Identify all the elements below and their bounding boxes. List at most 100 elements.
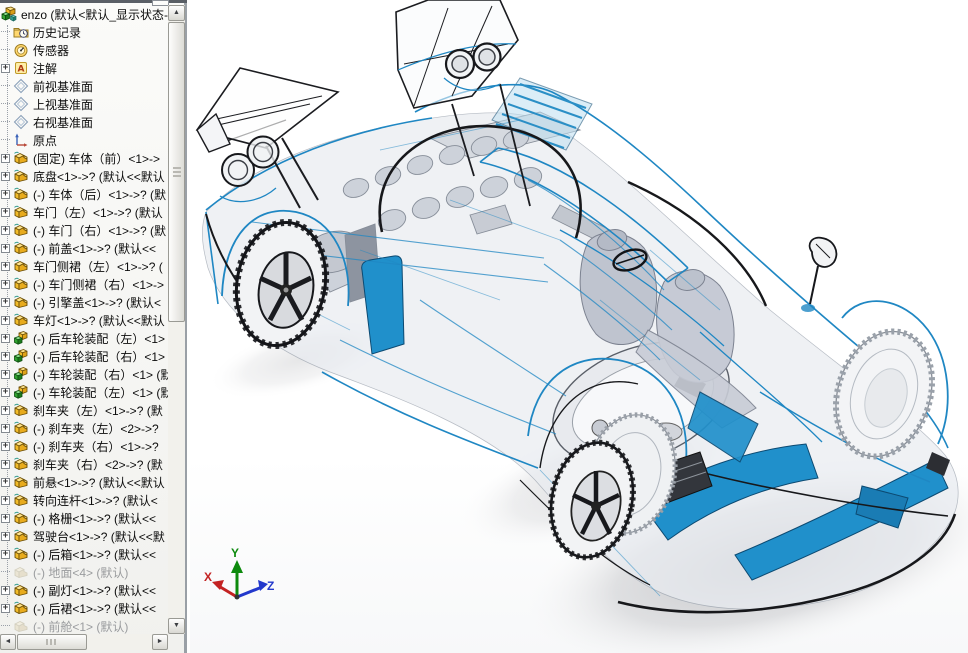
part-icon [13,474,29,490]
tree-item-label: 底盘<1>->? (默认<<默认 [33,169,165,184]
expand-toggle[interactable]: + [1,441,10,451]
tree-item-label: 刹车夹（右）<2>->? (默 [33,457,163,472]
tree-item[interactable]: + (-) 后箱<1>->? (默认<< [0,545,168,563]
expand-toggle[interactable]: + [1,351,10,361]
tree-item-label: 传感器 [33,43,70,58]
expand-toggle[interactable]: + [1,387,10,397]
subassembly-icon [13,366,29,382]
tree-item[interactable]: + (-) 刹车夹（右）<1>->? [0,437,168,455]
expand-toggle[interactable]: + [1,477,10,487]
tree-item[interactable]: + (-) 车门（右）<1>->? (默 [0,221,168,239]
expand-toggle[interactable]: + [1,459,10,469]
car-model-wireframe[interactable]: X Y Z [190,0,968,653]
tree-item[interactable]: + (-) 车轮装配（右）<1> (默 [0,365,168,383]
tree-item[interactable]: 历史记录 [0,23,168,41]
tree-item[interactable]: (-) 前舱<1> (默认) [0,617,168,634]
tree-item[interactable]: 前视基准面 [0,77,168,95]
expand-toggle[interactable]: + [1,423,10,433]
part-icon [13,546,29,562]
tree-item[interactable]: + (-) 车门侧裙（右）<1>-> [0,275,168,293]
plane-icon [13,114,29,130]
tree-branch-stub [1,49,10,51]
vertical-scroll-thumb[interactable] [168,22,185,322]
scroll-left-button[interactable]: ◄ [0,634,16,650]
tree-item[interactable]: + (固定) 车体（前）<1>-> [0,149,168,167]
tree-item[interactable]: 传感器 [0,41,168,59]
expand-toggle[interactable]: + [1,153,10,163]
tree-item[interactable]: 原点 [0,131,168,149]
tree-branch-stub [1,85,10,87]
tree-horizontal-scrollbar[interactable]: ◄ ► [0,634,168,650]
tree-item[interactable]: + (-) 后车轮装配（右）<1> [0,347,168,365]
expand-toggle[interactable]: + [1,369,10,379]
tree-item[interactable]: + (-) 后车轮装配（左）<1> [0,329,168,347]
expand-toggle[interactable]: + [1,225,10,235]
graphics-area[interactable]: X Y Z [190,0,968,653]
tree-item[interactable]: + 驾驶台<1>->? (默认<<默 [0,527,168,545]
tree-item-label: 车灯<1>->? (默认<<默认 [33,313,165,328]
tree-item[interactable]: enzo (默认<默认_显示状态- [0,5,168,23]
expand-toggle[interactable]: + [1,297,10,307]
expand-toggle[interactable]: + [1,495,10,505]
feature-manager-panel: enzo (默认<默认_显示状态- 历史记录 传感器 + 注解 前视基准面 上视 [0,0,187,653]
expand-toggle[interactable]: + [1,189,10,199]
expand-toggle[interactable]: + [1,171,10,181]
tree-item-label: 原点 [33,133,58,148]
expand-toggle[interactable]: + [1,63,10,73]
tree-item[interactable]: + 车灯<1>->? (默认<<默认 [0,311,168,329]
tree-item[interactable]: + (-) 引擎盖<1>->? (默认< [0,293,168,311]
expand-toggle[interactable]: + [1,207,10,217]
scroll-down-button[interactable]: ▼ [168,618,185,634]
expand-toggle[interactable]: + [1,315,10,325]
origin-icon [13,132,29,148]
tree-item[interactable]: + 刹车夹（左）<1>->? (默 [0,401,168,419]
tree-item-label: (固定) 车体（前）<1>-> [33,151,161,166]
tree-item[interactable]: + 车门（左）<1>->? (默认 [0,203,168,221]
expand-toggle[interactable]: + [1,333,10,343]
tree-item[interactable]: + (-) 前盖<1>->? (默认<< [0,239,168,257]
tree-item-label: 转向连杆<1>->? (默认< [33,493,158,508]
part-icon [13,312,29,328]
tree-item-label: 上视基准面 [33,97,94,112]
tree-item-label: 刹车夹（左）<1>->? (默 [33,403,163,418]
expand-toggle[interactable]: + [1,585,10,595]
expand-toggle[interactable]: + [1,549,10,559]
plane-icon [13,78,29,94]
expand-toggle[interactable]: + [1,513,10,523]
tree-item[interactable]: + (-) 格栅<1>->? (默认<< [0,509,168,527]
annotations-icon [13,60,29,76]
horizontal-scroll-thumb[interactable] [17,634,87,650]
tree-item-label: (-) 前舱<1> (默认) [33,619,129,634]
triad-x-label: X [204,570,212,584]
tree-item-label: 右视基准面 [33,115,94,130]
expand-toggle[interactable]: + [1,603,10,613]
tree-item[interactable]: + (-) 车轮装配（左）<1> (默 [0,383,168,401]
tree-item[interactable]: + (-) 车体（后）<1>->? (默 [0,185,168,203]
tree-item[interactable]: 上视基准面 [0,95,168,113]
tree-item[interactable]: + (-) 副灯<1>->? (默认<< [0,581,168,599]
part-hidden-icon [13,618,29,634]
tree-item[interactable]: 右视基准面 [0,113,168,131]
expand-toggle[interactable]: + [1,279,10,289]
expand-toggle[interactable]: + [1,261,10,271]
scroll-right-button[interactable]: ► [152,634,168,650]
expand-toggle[interactable]: + [1,243,10,253]
tree-item-label: (-) 前盖<1>->? (默认<< [33,241,157,256]
scroll-up-button[interactable]: ▲ [168,5,185,21]
tree-item-label: (-) 刹车夹（右）<1>->? [33,439,159,454]
tree-item[interactable]: + (-) 刹车夹（左）<2>->? [0,419,168,437]
tree-vertical-scrollbar[interactable]: ▲ ▼ [168,5,185,634]
tree-item[interactable]: + 底盘<1>->? (默认<<默认 [0,167,168,185]
tree-item[interactable]: (-) 地面<4> (默认) [0,563,168,581]
history-icon [13,24,29,40]
tree-item[interactable]: + (-) 后裙<1>->? (默认<< [0,599,168,617]
tree-item[interactable]: + 车门侧裙（左）<1>->? ( [0,257,168,275]
tree-item-label: (-) 车门（右）<1>->? (默 [33,223,167,238]
tree-item[interactable]: + 转向连杆<1>->? (默认< [0,491,168,509]
expand-toggle[interactable]: + [1,531,10,541]
tree-item[interactable]: + 注解 [0,59,168,77]
tree-item[interactable]: + 刹车夹（右）<2>->? (默 [0,455,168,473]
part-icon [13,420,29,436]
tree-item[interactable]: + 前悬<1>->? (默认<<默认 [0,473,168,491]
expand-toggle[interactable]: + [1,405,10,415]
